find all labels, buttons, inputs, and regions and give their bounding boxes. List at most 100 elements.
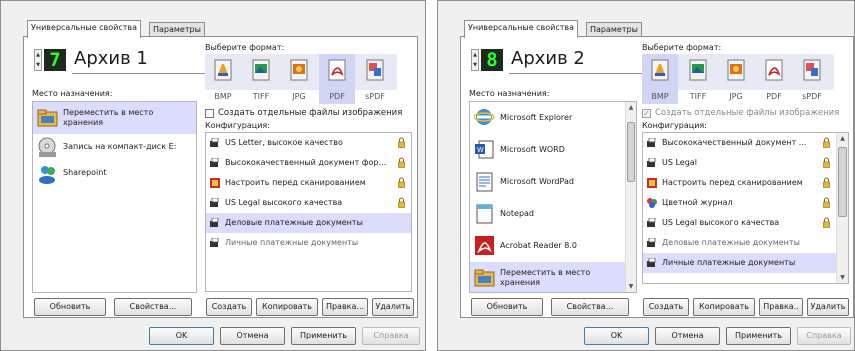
- destination-item-sharepoint[interactable]: Sharepoint: [33, 160, 196, 186]
- configuration-list[interactable]: Высококачественный документ ... US Legal…: [642, 132, 849, 284]
- apply-button[interactable]: Применить: [291, 327, 356, 345]
- properties-button[interactable]: Свойства...: [551, 298, 629, 316]
- format-tiff-button[interactable]: TIFF: [680, 54, 716, 104]
- destination-label-text: Microsoft Explorer: [500, 113, 573, 122]
- copy-button[interactable]: Копировать: [256, 298, 318, 316]
- scroll-up-icon[interactable]: ▲: [626, 104, 636, 111]
- scroll-down-icon[interactable]: ▼: [626, 283, 636, 290]
- tab-universal-properties[interactable]: Универсальные свойства: [27, 20, 142, 38]
- destination-list[interactable]: Microsoft Explorer W Microsoft WORD Micr…: [469, 101, 637, 293]
- ok-button[interactable]: OK: [584, 327, 649, 345]
- lock-icon: [398, 177, 405, 188]
- tab-parameters[interactable]: Параметры: [586, 22, 642, 37]
- copy-button[interactable]: Копировать: [693, 298, 755, 316]
- config-item-personal-payment-docs[interactable]: Личные платежные документы: [643, 253, 848, 273]
- profile-spinner[interactable]: ▲ ▼: [34, 49, 42, 71]
- bmp-format-icon: [214, 59, 232, 81]
- config-item-high-quality-doc[interactable]: Высококачественный документ ...: [643, 133, 848, 153]
- config-label-text: US Legal высокого качества: [662, 218, 780, 227]
- profile-name-field[interactable]: Архив 1: [72, 47, 206, 74]
- scanner-icon: [647, 138, 656, 147]
- help-button[interactable]: Справка: [362, 327, 420, 345]
- cancel-button[interactable]: Отмена: [220, 327, 285, 345]
- scanner-icon: [210, 238, 219, 247]
- configuration-label: Конфигурация:: [205, 121, 270, 130]
- apply-button[interactable]: Применить: [726, 327, 791, 345]
- destination-item-microsoft-word[interactable]: W Microsoft WORD: [470, 134, 636, 166]
- wordpad-icon: [476, 172, 493, 192]
- destination-label-text: Notepad: [500, 209, 534, 218]
- format-bmp-button[interactable]: BMP: [205, 54, 241, 104]
- config-label-text: Высококачественный документ фор...: [225, 158, 387, 167]
- configuration-scrollbar[interactable]: ▲ ▼: [836, 133, 848, 283]
- format-bmp-button[interactable]: BMP: [642, 54, 678, 104]
- scroll-down-icon[interactable]: ▼: [837, 274, 848, 281]
- config-item-us-legal[interactable]: US Legal: [643, 153, 848, 173]
- destination-scrollbar[interactable]: ▲ ▼: [625, 102, 636, 292]
- help-button[interactable]: Справка: [797, 327, 851, 345]
- profile-name-field[interactable]: Архив 2: [509, 47, 643, 74]
- format-tiff-button[interactable]: TIFF: [243, 54, 279, 104]
- create-button[interactable]: Создать: [643, 298, 689, 316]
- edit-button[interactable]: Правка..: [759, 298, 803, 316]
- config-item-us-legal-high[interactable]: US Legal высокого качества: [643, 213, 848, 233]
- config-item-business-payment-docs[interactable]: Деловые платежные документы: [206, 213, 411, 233]
- separate-files-checkbox[interactable]: [205, 109, 214, 118]
- scanner-icon: [647, 238, 656, 247]
- cancel-button[interactable]: Отмена: [655, 327, 720, 345]
- delete-button[interactable]: Удалить: [807, 298, 849, 316]
- tab-universal-properties[interactable]: Универсальные свойства: [464, 20, 579, 38]
- format-pdf-button[interactable]: PDF: [756, 54, 792, 104]
- scroll-up-icon[interactable]: ▲: [837, 135, 848, 142]
- config-item-configure-before-scan[interactable]: Настроить перед сканированием: [206, 173, 411, 193]
- destination-item-microsoft-wordpad[interactable]: Microsoft WordPad: [470, 166, 636, 198]
- config-item-us-legal-high[interactable]: US Legal высокого качества: [206, 193, 411, 213]
- format-pdf-button[interactable]: PDF: [319, 54, 355, 104]
- destination-item-acrobat-reader[interactable]: Acrobat Reader 8.0: [470, 230, 636, 262]
- config-item-configure-before-scan[interactable]: Настроить перед сканированием: [643, 173, 848, 193]
- destination-item-notepad[interactable]: Notepad: [470, 198, 636, 230]
- destination-item-move-to-storage[interactable]: Переместить в место хранения: [33, 102, 196, 134]
- destination-label-text: Acrobat Reader 8.0: [500, 241, 577, 250]
- destination-label-text: Запись на компакт-диск E:: [63, 142, 177, 151]
- destination-item-move-to-storage[interactable]: Переместить в место хранения: [470, 262, 636, 292]
- configuration-list[interactable]: US Letter, высокое качество Высококачест…: [205, 132, 412, 292]
- format-spdf-button[interactable]: sPDF: [357, 54, 393, 104]
- config-item-color-magazine[interactable]: Цветной журнал: [643, 193, 848, 213]
- sharepoint-icon: [39, 166, 55, 184]
- destination-item-burn-cd[interactable]: Запись на компакт-диск E:: [33, 134, 196, 160]
- properties-panel: ▲ ▼ 8 Архив 2 Место назначения: Microsoft…: [460, 36, 854, 318]
- destination-item-microsoft-explorer[interactable]: Microsoft Explorer: [470, 102, 636, 134]
- config-label-text: Настроить перед сканированием: [225, 178, 366, 187]
- config-item-personal-payment-docs[interactable]: Личные платежные документы: [206, 233, 411, 253]
- config-item-us-letter-high[interactable]: US Letter, высокое качество: [206, 133, 411, 153]
- pdf-format-icon: [328, 59, 346, 81]
- config-item-high-quality-doc[interactable]: Высококачественный документ фор...: [206, 153, 411, 173]
- refresh-button[interactable]: Обновить: [34, 298, 106, 316]
- word-icon: W: [475, 140, 494, 159]
- config-label-text: Личные платежные документы: [662, 258, 796, 267]
- scanner-icon: [210, 198, 219, 207]
- format-spdf-button[interactable]: sPDF: [794, 54, 830, 104]
- tab-parameters[interactable]: Параметры: [149, 22, 205, 37]
- lock-icon: [398, 137, 405, 148]
- format-label-text: sPDF: [365, 92, 385, 101]
- properties-button[interactable]: Свойства...: [114, 298, 192, 316]
- config-label-text: Деловые платежные документы: [662, 238, 800, 247]
- refresh-button[interactable]: Обновить: [471, 298, 543, 316]
- delete-button[interactable]: Удалить: [372, 298, 414, 316]
- format-jpg-button[interactable]: JPG: [281, 54, 317, 104]
- config-item-business-payment-docs[interactable]: Деловые платежные документы: [643, 233, 848, 253]
- properties-panel: ▲ ▼ 7 Архив 1 Место назначения: Перемести…: [23, 36, 418, 318]
- separate-files-label: Создать отдельные файлы изображения: [218, 108, 403, 118]
- destination-list[interactable]: Переместить в место хранения Запись на к…: [32, 101, 197, 293]
- scrollbar-thumb[interactable]: [838, 147, 847, 217]
- format-label: Выберите формат:: [205, 43, 285, 52]
- format-jpg-button[interactable]: JPG: [718, 54, 754, 104]
- ok-button[interactable]: OK: [149, 327, 214, 345]
- profile-spinner[interactable]: ▲ ▼: [471, 49, 479, 71]
- separate-files-checkbox[interactable]: ✓: [642, 109, 651, 118]
- edit-button[interactable]: Правка...: [322, 298, 368, 316]
- scrollbar-thumb[interactable]: [627, 122, 635, 182]
- create-button[interactable]: Создать: [206, 298, 252, 316]
